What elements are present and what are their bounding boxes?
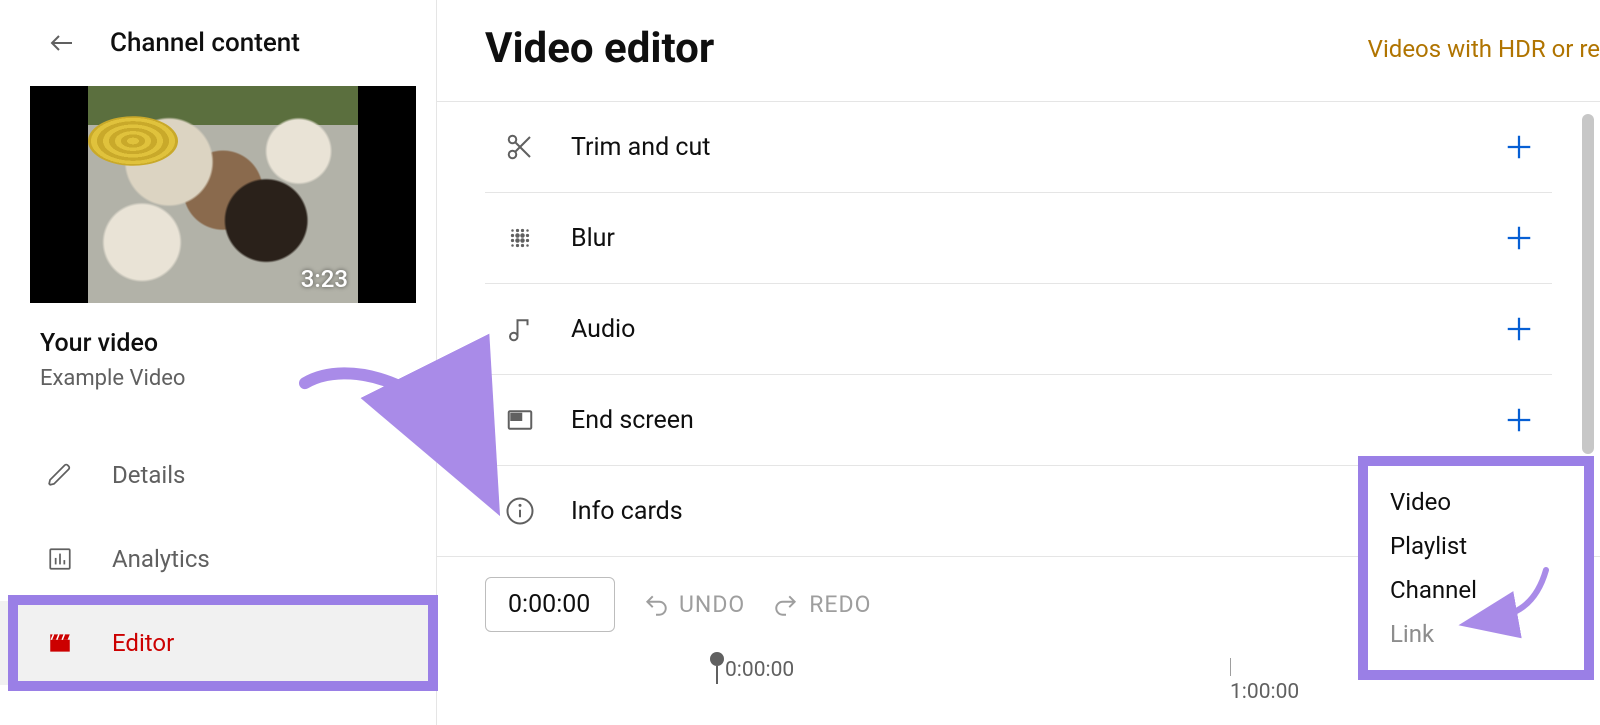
tool-label: End screen xyxy=(571,406,694,435)
sidebar-nav: Details Analytics Editor xyxy=(0,433,436,685)
infocards-option-channel[interactable]: Channel xyxy=(1390,568,1566,612)
music-note-icon xyxy=(503,312,537,346)
scissors-icon xyxy=(503,130,537,164)
sidebar-item-editor[interactable]: Editor xyxy=(0,601,436,685)
infocards-menu: Video Playlist Channel Link xyxy=(1358,456,1594,680)
tool-row-trim[interactable]: Trim and cut xyxy=(485,102,1552,193)
blur-icon xyxy=(503,221,537,255)
infocards-option-playlist[interactable]: Playlist xyxy=(1390,524,1566,568)
page-title: Video editor xyxy=(485,24,714,73)
tool-label: Blur xyxy=(571,224,615,253)
video-title: Example Video xyxy=(40,366,436,391)
infocards-option-video[interactable]: Video xyxy=(1390,480,1566,524)
infocards-option-link[interactable]: Link xyxy=(1390,612,1566,656)
sidebar-item-label: Editor xyxy=(112,629,174,657)
analytics-icon xyxy=(46,545,74,573)
undo-button[interactable]: UNDO xyxy=(643,591,745,618)
scrollbar[interactable] xyxy=(1582,114,1594,454)
sidebar-item-label: Analytics xyxy=(112,545,210,573)
tool-row-audio[interactable]: Audio xyxy=(485,284,1552,375)
clapperboard-icon xyxy=(46,629,74,657)
tool-row-endscreen[interactable]: End screen xyxy=(485,375,1552,466)
playhead-icon[interactable] xyxy=(710,652,724,666)
main: Video editor Videos with HDR or re Trim … xyxy=(437,0,1600,725)
tool-label: Info cards xyxy=(571,497,683,526)
redo-button[interactable]: REDO xyxy=(773,591,871,618)
add-blur-button[interactable] xyxy=(1502,221,1536,255)
tool-label: Audio xyxy=(571,315,635,344)
pencil-icon xyxy=(46,461,74,489)
sidebar: Channel content 3:23 Your video Example … xyxy=(0,0,437,725)
sidebar-item-analytics[interactable]: Analytics xyxy=(0,517,436,601)
back-arrow-icon[interactable] xyxy=(46,31,78,55)
video-thumbnail[interactable]: 3:23 xyxy=(30,86,416,303)
tick-label: 1:00:00 xyxy=(1230,680,1299,704)
channel-content-label: Channel content xyxy=(110,28,300,58)
thumbnail-duration: 3:23 xyxy=(301,265,348,293)
tool-label: Trim and cut xyxy=(571,133,710,162)
main-header: Video editor Videos with HDR or re xyxy=(437,0,1600,102)
redo-label: REDO xyxy=(809,591,871,618)
undo-label: UNDO xyxy=(679,591,745,618)
add-audio-button[interactable] xyxy=(1502,312,1536,346)
tick-label: 0:00:00 xyxy=(725,658,794,682)
add-trim-button[interactable] xyxy=(1502,130,1536,164)
sidebar-item-details[interactable]: Details xyxy=(0,433,436,517)
endscreen-icon xyxy=(503,403,537,437)
playhead-stem xyxy=(716,666,718,684)
hdr-info-link[interactable]: Videos with HDR or re xyxy=(1368,35,1600,63)
info-icon xyxy=(503,494,537,528)
current-time-input[interactable]: 0:00:00 xyxy=(485,577,615,632)
add-endscreen-button[interactable] xyxy=(1502,403,1536,437)
tool-row-blur[interactable]: Blur xyxy=(485,193,1552,284)
sidebar-item-label: Details xyxy=(112,461,185,489)
your-video-label: Your video xyxy=(40,329,436,358)
